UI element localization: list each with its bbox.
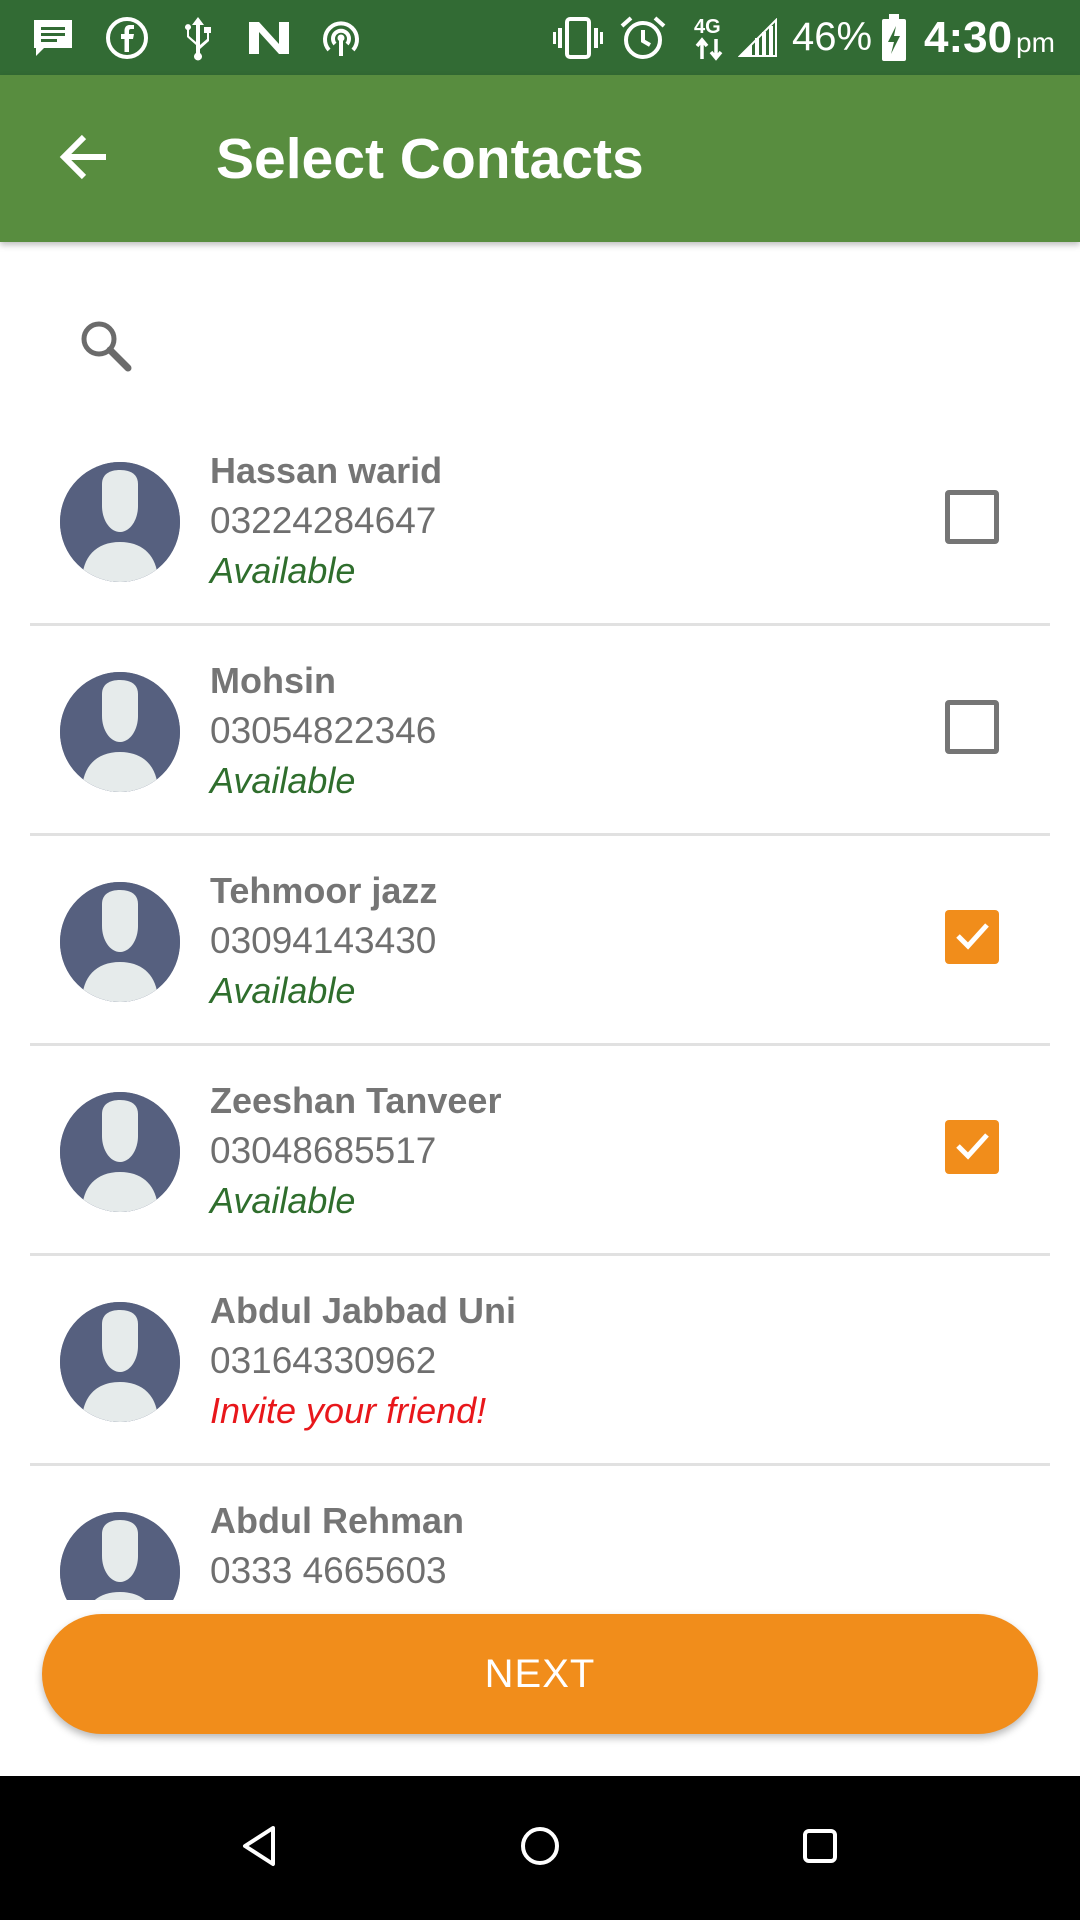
avatar (60, 462, 180, 582)
back-button[interactable] (44, 119, 124, 199)
divider (30, 833, 1050, 836)
alarm-icon (618, 0, 668, 75)
contact-status: Available (210, 760, 356, 801)
contact-status: Available (210, 550, 356, 591)
select-checkbox[interactable] (945, 490, 999, 544)
contact-status: Available (210, 970, 356, 1011)
contact-list: Hassan warid 03224284647 Available Mohsi… (0, 420, 1080, 1600)
contact-name: Zeeshan Tanveer (210, 1080, 502, 1121)
contact-name: Mohsin (210, 660, 336, 701)
screen: 4G 46% 4:30 pm Select Contacts Hassan wa… (0, 0, 1080, 1920)
avatar (60, 1512, 180, 1600)
contact-phone: 03164330962 (210, 1340, 437, 1381)
divider (30, 1463, 1050, 1466)
usb-icon (178, 0, 218, 75)
arrow-back-icon (56, 129, 112, 190)
battery-percent: 46% (792, 15, 873, 59)
checkmark-icon (952, 915, 992, 960)
status-bar: 4G 46% 4:30 pm (0, 0, 1080, 75)
select-checkbox[interactable] (945, 1120, 999, 1174)
vibrate-icon (552, 0, 604, 75)
select-checkbox[interactable] (945, 910, 999, 964)
app-bar: Select Contacts (0, 75, 1080, 242)
contact-row[interactable]: Mohsin 03054822346 Available (0, 630, 1080, 840)
signal-icon (736, 0, 780, 75)
clock-ampm: pm (1016, 26, 1055, 58)
svg-text:4G: 4G (694, 16, 721, 38)
hotspot-icon (318, 0, 364, 75)
contact-phone: 03054822346 (210, 710, 437, 751)
select-checkbox[interactable] (945, 700, 999, 754)
home-circle-icon (518, 1824, 562, 1873)
contact-phone: 0333 4665603 (210, 1550, 447, 1591)
page-title: Select Contacts (216, 126, 644, 191)
contact-row[interactable]: Abdul Rehman 0333 4665603 (0, 1470, 1080, 1600)
contact-phone: 03224284647 (210, 500, 437, 541)
nav-back-button[interactable] (220, 1808, 300, 1888)
n-icon (246, 0, 292, 75)
contact-name: Hassan warid (210, 450, 443, 491)
facebook-icon (104, 0, 150, 75)
battery-icon (878, 0, 910, 75)
avatar (60, 1092, 180, 1212)
avatar (60, 882, 180, 1002)
contact-name: Tehmoor jazz (210, 870, 438, 911)
avatar (60, 1302, 180, 1422)
avatar (60, 672, 180, 792)
contact-status: Available (210, 1180, 356, 1221)
checkmark-icon (952, 1125, 992, 1170)
invite-link[interactable]: Invite your friend! (210, 1390, 486, 1432)
contact-row[interactable]: Tehmoor jazz 03094143430 Available (0, 840, 1080, 1050)
contact-phone: 03048685517 (210, 1130, 437, 1171)
contact-phone: 03094143430 (210, 920, 437, 961)
search-icon[interactable] (70, 310, 140, 380)
contact-row[interactable]: Abdul Jabbad Uni 03164330962 Invite your… (0, 1260, 1080, 1470)
divider (30, 1043, 1050, 1046)
nav-recents-button[interactable] (780, 1808, 860, 1888)
next-button[interactable]: NEXT (42, 1614, 1038, 1734)
contact-row[interactable]: Hassan warid 03224284647 Available (0, 420, 1080, 630)
4g-icon: 4G (690, 0, 730, 75)
search-bar (30, 290, 1050, 400)
message-icon (30, 0, 76, 75)
contact-row[interactable]: Zeeshan Tanveer 03048685517 Available (0, 1050, 1080, 1260)
divider (30, 1253, 1050, 1256)
back-triangle-icon (237, 1823, 283, 1874)
contact-name: Abdul Jabbad Uni (210, 1290, 516, 1331)
divider (30, 623, 1050, 626)
contact-name: Abdul Rehman (210, 1500, 465, 1541)
navigation-bar (0, 1776, 1080, 1920)
recents-square-icon (800, 1826, 840, 1871)
search-input[interactable] (170, 310, 1034, 382)
clock-time: 4:30 (924, 12, 1013, 62)
nav-home-button[interactable] (500, 1808, 580, 1888)
